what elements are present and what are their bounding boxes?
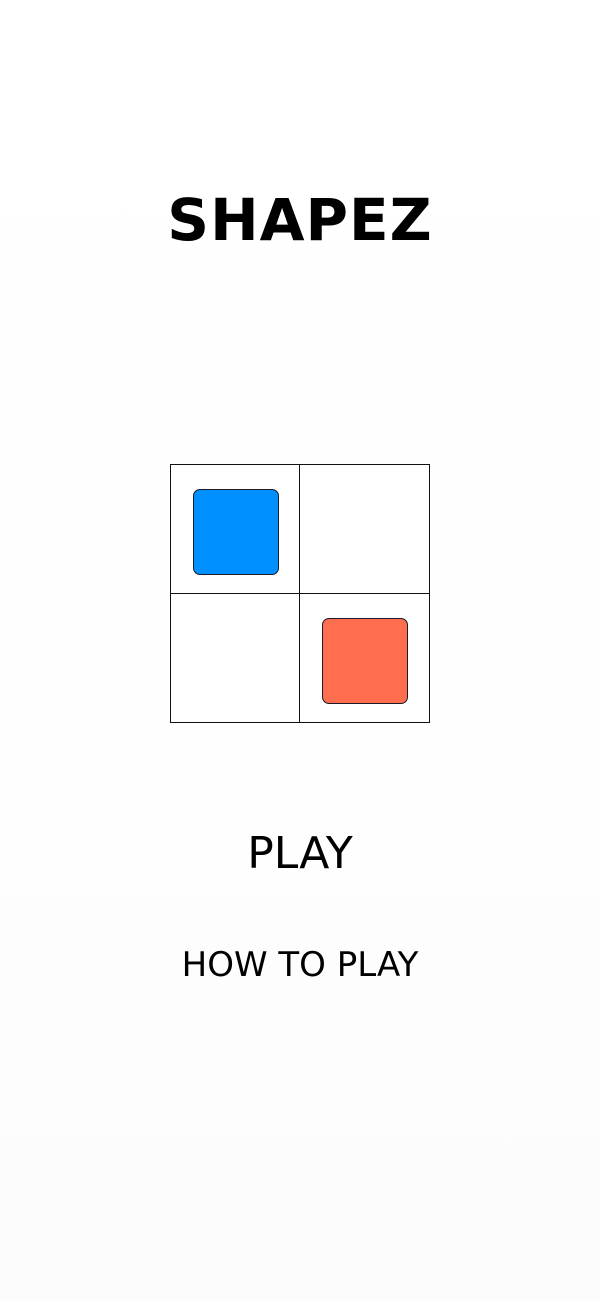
- blue-square-tile: [193, 489, 279, 575]
- orange-square-tile: [322, 617, 408, 704]
- home-screen: SHAPEZ PLAY HOW TO PLAY: [0, 0, 600, 1300]
- game-title: SHAPEZ: [167, 186, 433, 254]
- board-cell: [171, 465, 300, 594]
- how-to-play-button[interactable]: HOW TO PLAY: [0, 940, 600, 990]
- board-preview: [170, 464, 430, 723]
- board-cell: [300, 465, 429, 594]
- board-cell: [300, 593, 429, 722]
- board-cell: [171, 593, 300, 722]
- play-button[interactable]: PLAY: [0, 824, 600, 884]
